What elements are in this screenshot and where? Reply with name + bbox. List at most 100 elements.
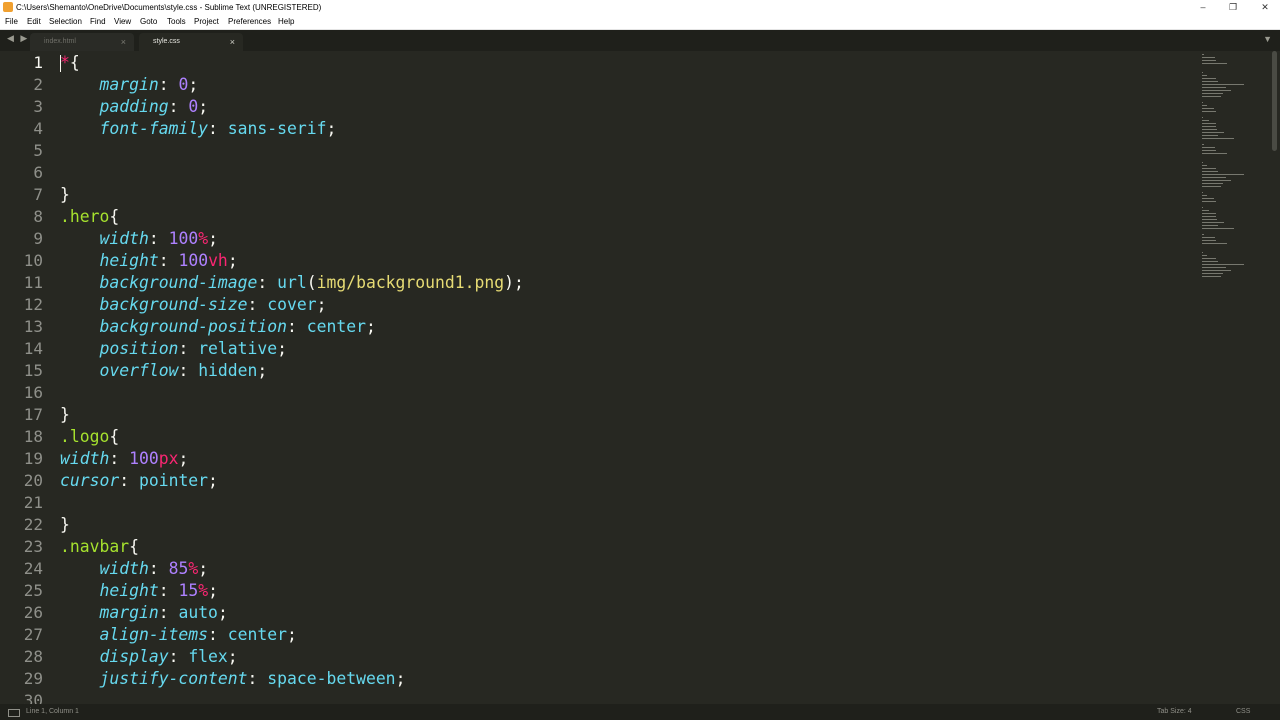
- tab-list-chevron-icon[interactable]: ▼: [1263, 34, 1272, 44]
- syntax-indicator[interactable]: CSS: [1236, 704, 1250, 720]
- line-number: 21: [23, 493, 43, 512]
- minimap-line: [1202, 267, 1227, 268]
- line-number: 7: [33, 185, 43, 204]
- code-line[interactable]: 24 width: 85%;: [0, 558, 1200, 580]
- minimap-line: [1202, 192, 1203, 193]
- code-line[interactable]: 6: [0, 162, 1200, 184]
- code-text: .navbar{: [60, 537, 139, 556]
- minimap-line: [1202, 144, 1204, 145]
- line-number: 16: [23, 383, 43, 402]
- minimap-line: [1202, 87, 1227, 88]
- line-number: 4: [33, 119, 43, 138]
- tab-label: index.html: [44, 38, 76, 45]
- code-text: justify-content: space-between;: [99, 669, 406, 688]
- code-line[interactable]: 5: [0, 140, 1200, 162]
- code-line[interactable]: 8 .hero{: [0, 206, 1200, 228]
- minimap-line: [1202, 153, 1228, 154]
- code-text: overflow: hidden;: [99, 361, 268, 380]
- code-line[interactable]: 9 width: 100%;: [0, 228, 1200, 250]
- line-number: 18: [23, 427, 43, 446]
- minimap-line: [1202, 105, 1208, 106]
- minimap-line: [1202, 120, 1210, 121]
- line-number: 2: [33, 75, 43, 94]
- code-line[interactable]: 20 cursor: pointer;: [0, 470, 1200, 492]
- code-line[interactable]: 11 background-image: url(img/background1…: [0, 272, 1200, 294]
- minimap-line: [1202, 243, 1228, 244]
- code-line[interactable]: 16: [0, 382, 1200, 404]
- minimap-line: [1202, 75, 1208, 76]
- minimap-line: [1202, 165, 1208, 166]
- code-line[interactable]: 12 background-size: cover;: [0, 294, 1200, 316]
- menu-help[interactable]: Help: [278, 15, 294, 29]
- code-line[interactable]: 3 padding: 0;: [0, 96, 1200, 118]
- minimap-line: [1202, 126, 1217, 127]
- menu-view[interactable]: View: [114, 15, 131, 29]
- code-line[interactable]: 1 *{: [0, 52, 1200, 74]
- menu-file[interactable]: File: [5, 15, 18, 29]
- code-line[interactable]: 23 .navbar{: [0, 536, 1200, 558]
- scrollbar-thumb[interactable]: [1272, 51, 1277, 151]
- menu-selection[interactable]: Selection: [49, 15, 82, 29]
- tab-navigation-arrows-icon[interactable]: ◀ ▶: [7, 33, 29, 44]
- code-line[interactable]: 28 display: flex;: [0, 646, 1200, 668]
- close-tab-icon[interactable]: ×: [230, 33, 235, 51]
- code-text: .hero{: [60, 207, 120, 226]
- minimap-line: [1202, 168, 1217, 169]
- code-line[interactable]: 4 font-family: sans-serif;: [0, 118, 1200, 140]
- menu-edit[interactable]: Edit: [27, 15, 41, 29]
- code-line[interactable]: 27 align-items: center;: [0, 624, 1200, 646]
- code-line[interactable]: 29 justify-content: space-between;: [0, 668, 1200, 690]
- code-line[interactable]: 18 .logo{: [0, 426, 1200, 448]
- line-number: 20: [23, 471, 43, 490]
- tab-bar: ◀ ▶ index.html × style.css × ▼: [0, 30, 1280, 51]
- code-line[interactable]: 22}: [0, 514, 1200, 536]
- code-line[interactable]: 17}: [0, 404, 1200, 426]
- minimap-line: [1202, 219, 1218, 220]
- minimap-line: [1202, 171, 1219, 172]
- menu-find[interactable]: Find: [90, 15, 106, 29]
- maximize-button[interactable]: ❐: [1218, 0, 1248, 15]
- minimize-button[interactable]: –: [1188, 0, 1218, 15]
- code-line[interactable]: 19 width: 100px;: [0, 448, 1200, 470]
- code-editor[interactable]: 1 *{2 margin: 0; 3 padding: 0; 4 font-famil…: [0, 51, 1200, 704]
- close-window-button[interactable]: ✕: [1250, 0, 1280, 15]
- tab-style-css[interactable]: style.css ×: [139, 33, 243, 51]
- minimap-line: [1202, 252, 1203, 253]
- code-line[interactable]: 21: [0, 492, 1200, 514]
- code-line[interactable]: 30: [0, 690, 1200, 704]
- minimap-line: [1202, 273, 1223, 274]
- minimap-line: [1202, 213, 1216, 214]
- code-line[interactable]: 15 overflow: hidden;: [0, 360, 1200, 382]
- minimap-line: [1202, 198, 1214, 199]
- minimap[interactable]: [1200, 51, 1268, 291]
- menu-tools[interactable]: Tools: [167, 15, 186, 29]
- minimap-line: [1202, 210, 1210, 211]
- code-text: .logo{: [60, 427, 120, 446]
- code-line[interactable]: 10 height: 100vh;: [0, 250, 1200, 272]
- panel-toggle-icon[interactable]: [8, 709, 20, 717]
- minimap-line: [1202, 207, 1203, 208]
- code-line[interactable]: 7}: [0, 184, 1200, 206]
- line-number: 15: [23, 361, 43, 380]
- tab-index-html[interactable]: index.html ×: [30, 33, 134, 51]
- code-text: }: [60, 185, 70, 204]
- line-number: 12: [23, 295, 43, 314]
- menu-goto[interactable]: Goto: [140, 15, 157, 29]
- minimap-line: [1202, 132, 1224, 133]
- code-line[interactable]: 26 margin: auto;: [0, 602, 1200, 624]
- tab-size-indicator[interactable]: Tab Size: 4: [1157, 704, 1192, 720]
- menu-project[interactable]: Project: [194, 15, 219, 29]
- menu-preferences[interactable]: Preferences: [228, 15, 271, 29]
- close-tab-icon[interactable]: ×: [121, 33, 126, 51]
- code-line[interactable]: 2 margin: 0;: [0, 74, 1200, 96]
- vertical-scrollbar[interactable]: [1270, 51, 1278, 704]
- minimap-line: [1202, 150, 1216, 151]
- code-text: height: 15%;: [99, 581, 218, 600]
- line-number: 28: [23, 647, 43, 666]
- code-line[interactable]: 13 background-position: center;: [0, 316, 1200, 338]
- title-bar: C:\Users\Shemanto\OneDrive\Documents\sty…: [0, 0, 1280, 15]
- minimap-line: [1202, 123, 1216, 124]
- code-line[interactable]: 14 position: relative;: [0, 338, 1200, 360]
- code-line[interactable]: 25 height: 15%;: [0, 580, 1200, 602]
- minimap-line: [1202, 174, 1245, 175]
